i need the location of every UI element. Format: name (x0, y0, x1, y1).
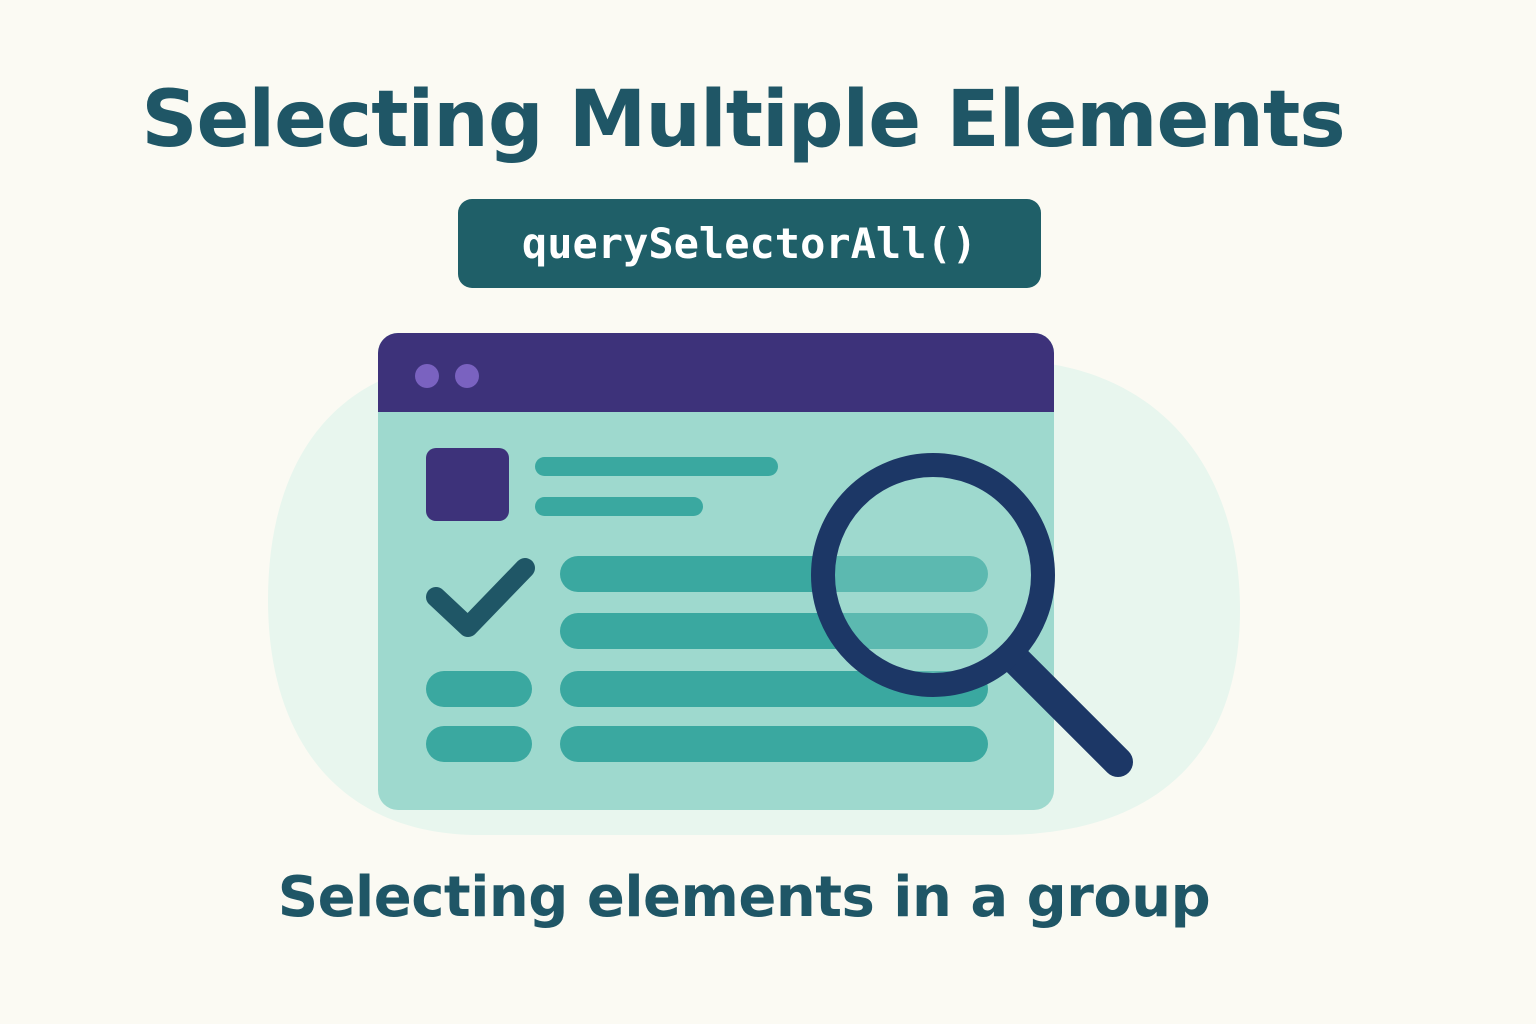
avatar-square (426, 448, 509, 521)
subtitle: Selecting elements in a group (277, 865, 1211, 930)
list-line-4 (560, 726, 988, 762)
window-dot-2 (455, 364, 479, 388)
window-dot-1 (415, 364, 439, 388)
list-short-2 (426, 726, 532, 762)
list-short-1 (426, 671, 532, 707)
header-line-2 (535, 497, 703, 516)
header-line-1 (535, 457, 778, 476)
